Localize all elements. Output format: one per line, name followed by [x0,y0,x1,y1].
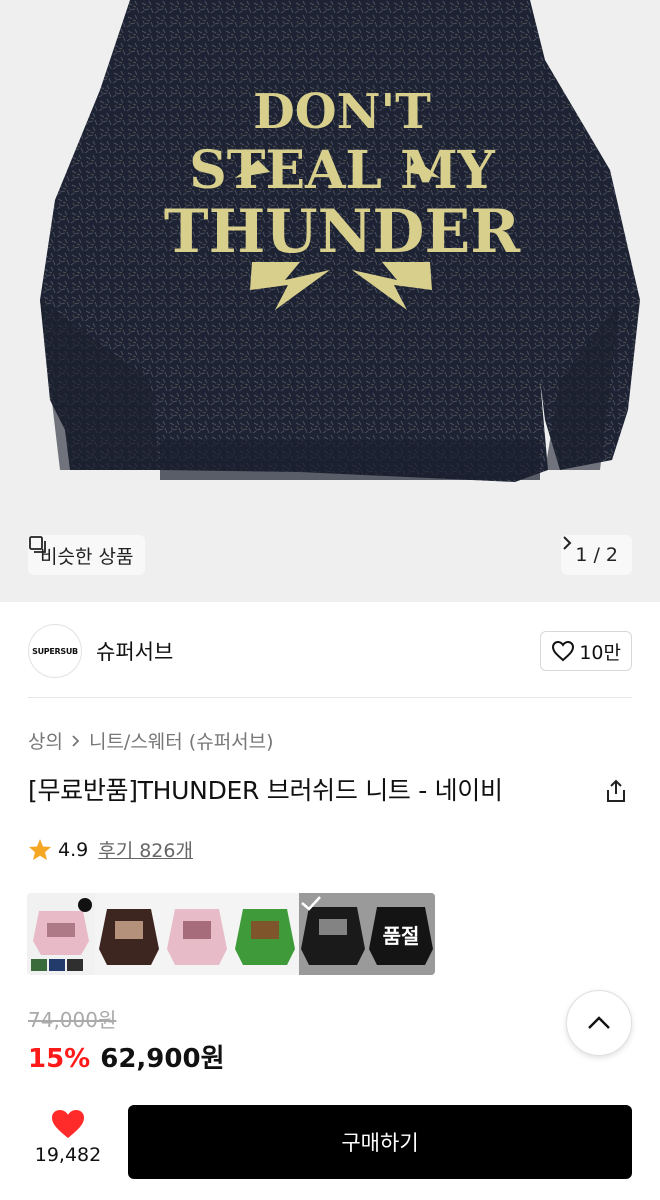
swatch-green[interactable] [231,893,299,975]
check-icon [299,893,367,975]
brand-like-count: 10만 [579,641,621,664]
breadcrumb-category[interactable]: 상의 [28,727,63,754]
discount-rate: 15% [28,1044,91,1074]
share-icon[interactable] [603,778,629,804]
color-swatches: 품절 [27,893,435,975]
rating-score: 4.9 [58,838,89,861]
swatch-pink[interactable] [27,893,95,975]
heart-filled-icon [52,1110,84,1138]
similar-icon [29,536,46,553]
swatch-brown[interactable] [95,893,163,975]
sweater-image: DON'T STEAL MY THUNDER [40,0,640,482]
pager-text: 1 / 2 [575,544,618,566]
breadcrumb: 상의 니트/스웨터 (슈퍼서브) [28,727,274,754]
brand-logo-text: SUPERSUB [32,646,78,656]
swatch-image [95,893,163,975]
graphic-text-line2: STEAL MY [189,140,495,201]
swatch-image [231,893,299,975]
brand-logo[interactable]: SUPERSUB [28,624,82,678]
rating-row: 4.9 후기 826개 [28,836,193,863]
reviews-link[interactable]: 후기 826개 [98,836,193,863]
soldout-label: 품절 [382,923,420,948]
price-row: 15% 62,900원 [28,1038,225,1075]
swatch-image [163,893,231,975]
graphic-text-line1: DON'T [253,84,431,140]
sale-price: 62,900원 [100,1044,225,1074]
product-image-carousel[interactable]: DON'T STEAL MY THUNDER 비슷한 상품 1 / 2 [0,0,660,602]
similar-products-button[interactable]: 비슷한 상품 [28,535,146,575]
buy-button[interactable]: 구매하기 [128,1105,632,1179]
wish-count: 19,482 [34,1144,102,1166]
original-price: 74,000원 [28,1008,117,1032]
brand-row: SUPERSUB 슈퍼서브 10만 [28,620,632,682]
bottom-action-bar: 19,482 구매하기 [0,1090,660,1200]
scroll-top-button[interactable] [566,990,632,1056]
chevron-right-icon [563,536,572,550]
breadcrumb-subcategory[interactable]: 니트/스웨터 (슈퍼서브) [89,727,274,754]
product-title: [무료반품]THUNDER 브러쉬드 니트 - 네이비 [28,776,503,805]
brand-name[interactable]: 슈퍼서브 [96,636,173,666]
star-icon [29,839,51,860]
image-pager[interactable]: 1 / 2 [561,535,632,575]
chevron-up-icon [588,1016,610,1029]
swatch-black-soldout[interactable]: 품절 [367,893,435,975]
chevron-right-icon [72,734,80,747]
swatch-image [27,893,95,975]
divider [28,697,632,698]
graphic-text-line3: THUNDER [164,197,521,267]
wishlist-button[interactable]: 19,482 [28,1108,108,1166]
similar-products-label: 비슷한 상품 [40,545,134,568]
heart-outline-icon [552,640,575,662]
swatch-black-selected[interactable] [299,893,367,975]
swatch-light-pink[interactable] [163,893,231,975]
brand-like-button[interactable]: 10만 [540,631,632,671]
